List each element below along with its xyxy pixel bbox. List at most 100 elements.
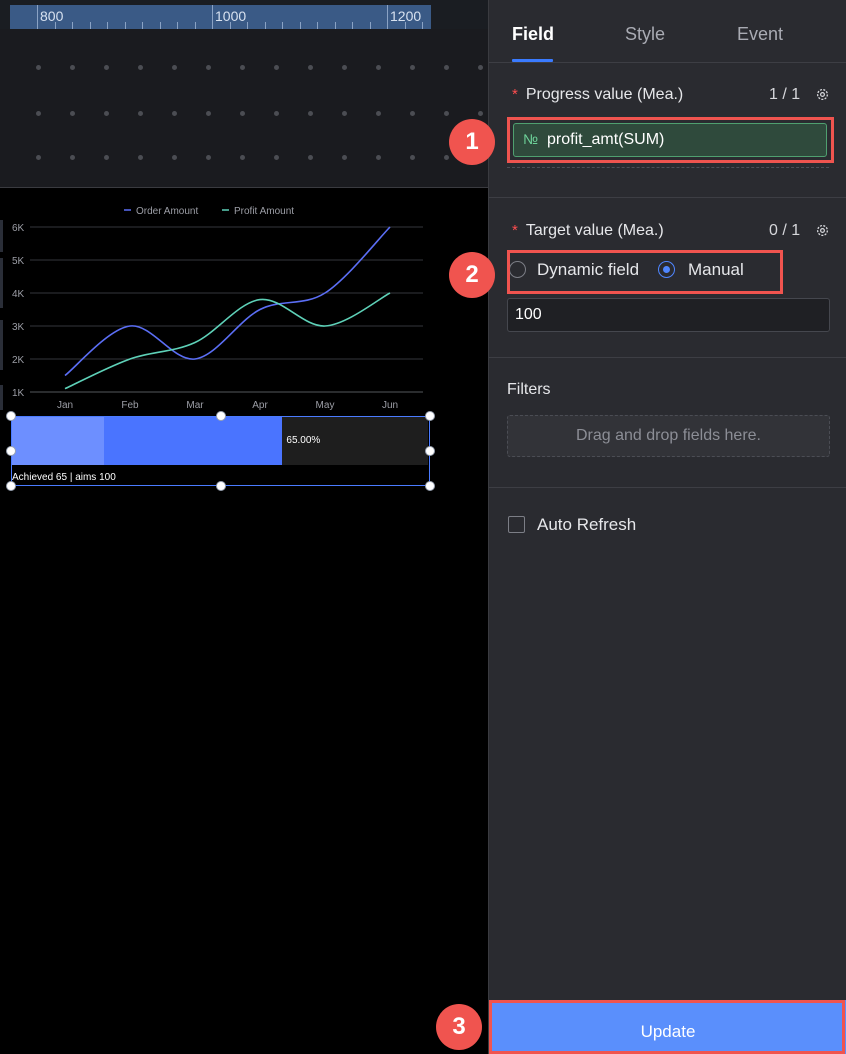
- resize-handle-right[interactable]: [425, 446, 435, 456]
- update-button[interactable]: Update: [489, 1000, 846, 1054]
- required-marker: *: [512, 222, 518, 239]
- auto-refresh-checkbox[interactable]: [508, 516, 525, 533]
- ruler-minor-tick: [89, 22, 91, 29]
- ruler-minor-tick: [124, 22, 126, 29]
- annotation-badge-2: 2: [449, 252, 495, 298]
- grid-dot: [70, 65, 75, 70]
- grid-dot: [376, 65, 381, 70]
- grid-dot: [274, 65, 279, 70]
- section-divider: [489, 487, 846, 488]
- grid-dot: [172, 111, 177, 116]
- resize-handle-bottom[interactable]: [216, 481, 226, 491]
- grid-dot: [342, 111, 347, 116]
- filters-dropzone[interactable]: Drag and drop fields here.: [507, 415, 830, 457]
- auto-refresh-label[interactable]: Auto Refresh: [537, 515, 636, 535]
- ruler-minor-tick: [72, 22, 73, 29]
- grid-dot: [104, 111, 109, 116]
- grid-dot: [172, 65, 177, 70]
- target-value-input[interactable]: [507, 298, 830, 332]
- chart-x-tick-label: Mar: [186, 400, 204, 411]
- required-marker: *: [512, 86, 518, 103]
- ruler-minor-tick: [247, 22, 248, 29]
- canvas-dot-grid: [0, 29, 488, 187]
- resize-handle-bottom-right[interactable]: [425, 481, 435, 491]
- progress-field-name: profit_amt(SUM): [547, 131, 665, 148]
- progress-field-pill[interactable]: № profit_amt(SUM): [513, 123, 827, 157]
- grid-dot: [36, 65, 41, 70]
- gear-icon[interactable]: [815, 87, 830, 102]
- grid-dot: [376, 155, 381, 160]
- dashboard-canvas: 800 1000 1200 1K 2K 3K 4K 5K 6K Jan Feb Mar Apr Ma…: [0, 0, 488, 1054]
- grid-dot: [36, 111, 41, 116]
- progress-value-label: Progress value (Mea.): [525, 86, 684, 103]
- grid-dot: [70, 111, 75, 116]
- chart-x-tick-label: Jan: [57, 400, 73, 411]
- resize-handle-bottom-left[interactable]: [6, 481, 16, 491]
- grid-dot: [206, 111, 211, 116]
- grid-dot: [206, 65, 211, 70]
- progress-bar-widget[interactable]: 65.00% Achieved 65 | aims 100: [11, 416, 430, 486]
- tab-style[interactable]: Style: [625, 24, 665, 45]
- chart-y-tick-label: 6K: [12, 223, 25, 234]
- chart-y-tick-label: 1K: [12, 388, 25, 399]
- tab-event[interactable]: Event: [737, 24, 783, 45]
- config-panel: Field Style Event * Progress value (Mea.)…: [488, 0, 846, 1054]
- ruler-minor-tick: [422, 22, 423, 29]
- panel-tabs: Field Style Event: [489, 0, 846, 63]
- update-bar: Update: [489, 1000, 846, 1054]
- ruler-major-tick: [37, 5, 38, 29]
- grid-dot: [478, 65, 483, 70]
- ruler-minor-tick: [177, 22, 178, 29]
- progress-value-count: 1 / 1: [769, 86, 801, 103]
- ruler-label-1200: 1200: [390, 8, 422, 24]
- chart-x-tick-label: Jun: [382, 400, 398, 411]
- grid-dot: [138, 155, 143, 160]
- line-chart[interactable]: 1K 2K 3K 4K 5K 6K Jan Feb Mar Apr May Jun Order Amou…: [0, 195, 430, 415]
- grid-dot: [444, 155, 449, 160]
- grid-dot: [274, 155, 279, 160]
- target-value-label: Target value (Mea.): [525, 222, 664, 239]
- target-value-title: * Target value (Mea.): [512, 222, 664, 240]
- progress-percent-label: 65.00%: [286, 435, 321, 446]
- chart-y-tick-label: 2K: [12, 355, 25, 366]
- grid-dot: [342, 155, 347, 160]
- grid-dot: [274, 111, 279, 116]
- resize-handle-top[interactable]: [216, 411, 226, 421]
- radio-manual-label[interactable]: Manual: [688, 260, 744, 280]
- grid-dot: [410, 65, 415, 70]
- active-tab-indicator: [512, 59, 553, 62]
- section-divider: [489, 357, 846, 358]
- radio-dynamic-field-label[interactable]: Dynamic field: [537, 260, 639, 280]
- grid-dot: [206, 155, 211, 160]
- ruler-minor-tick: [264, 22, 266, 29]
- grid-dot: [240, 111, 245, 116]
- filters-title: Filters: [507, 381, 551, 398]
- filters-placeholder: Drag and drop fields here.: [576, 427, 761, 444]
- gear-icon[interactable]: [815, 223, 830, 238]
- grid-dot: [444, 65, 449, 70]
- grid-dot: [240, 65, 245, 70]
- resize-handle-top-left[interactable]: [6, 411, 16, 421]
- chart-legend-label: Profit Amount: [234, 206, 294, 217]
- grid-dot: [172, 155, 177, 160]
- annotation-badge-3: 3: [436, 1004, 482, 1050]
- chart-series-line-order-amount: [64, 226, 391, 377]
- field-drop-area[interactable]: [507, 163, 829, 168]
- horizontal-ruler: 800 1000 1200: [0, 0, 488, 29]
- target-value-count: 0 / 1: [769, 222, 801, 239]
- ruler-label-1000: 1000: [215, 8, 247, 24]
- radio-dynamic-field[interactable]: [509, 261, 526, 278]
- section-divider: [489, 197, 846, 198]
- resize-handle-left[interactable]: [6, 446, 16, 456]
- tab-field[interactable]: Field: [512, 24, 554, 45]
- ruler-minor-tick: [369, 22, 371, 29]
- resize-handle-top-right[interactable]: [425, 411, 435, 421]
- grid-dot: [104, 65, 109, 70]
- progress-fill-highlight: [12, 417, 104, 465]
- grid-dot: [138, 65, 143, 70]
- radio-manual[interactable]: [658, 261, 675, 278]
- chart-y-tick-label: 3K: [12, 322, 25, 333]
- chart-y-tick-label: 4K: [12, 289, 25, 300]
- ruler-major-tick: [212, 5, 213, 29]
- chart-x-tick-label: Apr: [252, 400, 268, 411]
